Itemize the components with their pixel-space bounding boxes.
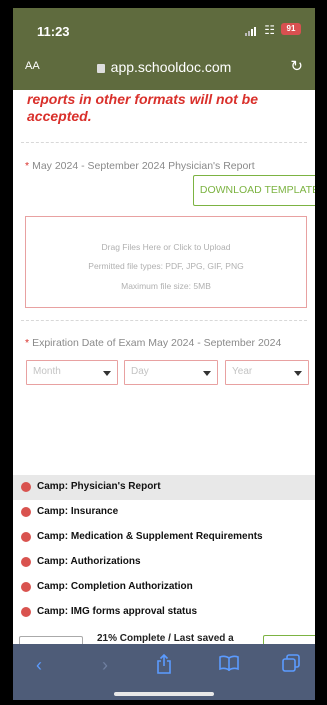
signal-icon bbox=[245, 26, 259, 36]
battery-icon: 91 bbox=[281, 23, 301, 35]
form-checklist: Camp: Physician's Report Camp: Insurance… bbox=[13, 460, 315, 632]
incomplete-status-dot bbox=[21, 507, 31, 517]
download-template-button[interactable]: DOWNLOAD TEMPLATE bbox=[193, 175, 315, 206]
required-asterisk: * bbox=[25, 337, 30, 349]
report-field-label: * May 2024 - September 2024 Physician's R… bbox=[25, 160, 255, 172]
url-field[interactable]: app.schooldoc.com bbox=[13, 59, 315, 75]
forward-icon[interactable]: › bbox=[93, 654, 117, 678]
back-icon[interactable]: ‹ bbox=[27, 654, 51, 678]
home-indicator bbox=[114, 692, 214, 696]
incomplete-status-dot bbox=[21, 482, 31, 492]
checklist-item[interactable]: Camp: Authorizations bbox=[13, 550, 315, 575]
browser-header: 11:23 ☷ 91 AA app.schooldoc.com ↻ bbox=[13, 8, 315, 90]
file-upload-dropzone[interactable]: Drag Files Here or Click to Upload Permi… bbox=[25, 216, 307, 308]
required-asterisk: * bbox=[25, 160, 30, 172]
url-text: app.schooldoc.com bbox=[110, 59, 232, 75]
month-select[interactable]: Month bbox=[26, 360, 118, 385]
upload-types: Permitted file types: PDF, JPG, GIF, PNG bbox=[88, 261, 244, 271]
checklist-item[interactable]: Camp: Completion Authorization bbox=[13, 575, 315, 600]
checklist-item[interactable]: Camp: Insurance bbox=[13, 500, 315, 525]
browser-toolbar: ‹ › bbox=[13, 644, 315, 700]
divider bbox=[21, 320, 307, 321]
upload-title: Drag Files Here or Click to Upload bbox=[101, 242, 231, 252]
day-select[interactable]: Day bbox=[124, 360, 218, 385]
incomplete-status-dot bbox=[21, 557, 31, 567]
divider bbox=[21, 142, 307, 143]
tabs-icon[interactable] bbox=[279, 654, 303, 678]
share-icon[interactable] bbox=[152, 653, 176, 678]
reload-icon[interactable]: ↻ bbox=[290, 57, 303, 75]
phone-frame: 11:23 ☷ 91 AA app.schooldoc.com ↻ report… bbox=[0, 0, 327, 705]
upload-size: Maximum file size: 5MB bbox=[121, 281, 211, 291]
previous-button[interactable] bbox=[19, 636, 83, 644]
chevron-down-icon bbox=[294, 371, 302, 376]
checklist-item[interactable]: Camp: IMG forms approval status bbox=[13, 600, 315, 625]
wifi-icon: ☷ bbox=[264, 23, 275, 37]
incomplete-status-dot bbox=[21, 582, 31, 592]
bookmarks-icon[interactable] bbox=[217, 654, 241, 678]
page-content: reports in other formats will not be acc… bbox=[13, 90, 315, 460]
screen: 11:23 ☷ 91 AA app.schooldoc.com ↻ report… bbox=[13, 8, 315, 700]
expiration-field-label: * Expiration Date of Exam May 2024 - Sept… bbox=[25, 337, 282, 349]
checklist-item[interactable]: Camp: Medication & Supplement Requiremen… bbox=[13, 525, 315, 550]
status-bar: 11:23 ☷ 91 bbox=[13, 8, 315, 48]
checklist-item[interactable]: Camp: Physician's Report bbox=[13, 475, 315, 500]
incomplete-status-dot bbox=[21, 607, 31, 617]
progress-text: 21% Complete / Last saved a bbox=[97, 633, 234, 644]
year-select[interactable]: Year bbox=[225, 360, 309, 385]
progress-footer: 21% Complete / Last saved a bbox=[13, 632, 315, 644]
expiration-date-selects: Month Day Year bbox=[26, 360, 312, 386]
clock: 11:23 bbox=[37, 24, 70, 39]
lock-icon bbox=[96, 64, 105, 73]
incomplete-status-dot bbox=[21, 532, 31, 542]
address-bar[interactable]: AA app.schooldoc.com ↻ bbox=[13, 52, 315, 82]
chevron-down-icon bbox=[203, 371, 211, 376]
next-button[interactable] bbox=[263, 635, 315, 644]
format-warning: reports in other formats will not be acc… bbox=[27, 91, 259, 124]
chevron-down-icon bbox=[103, 371, 111, 376]
